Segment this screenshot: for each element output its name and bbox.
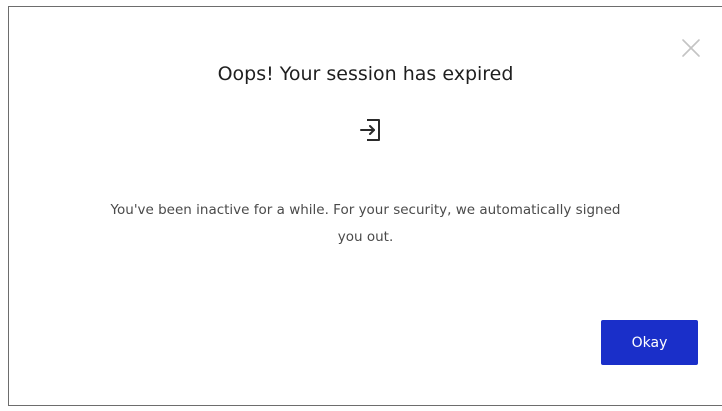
okay-button[interactable]: Okay: [601, 320, 698, 365]
screen: Oops! Your session has expired You've be…: [0, 0, 722, 411]
close-button[interactable]: [680, 37, 702, 59]
session-expired-dialog: Oops! Your session has expired You've be…: [8, 6, 722, 406]
dialog-message: You've been inactive for a while. For yo…: [110, 202, 621, 245]
dialog-title: Oops! Your session has expired: [217, 63, 514, 85]
close-icon: [682, 39, 700, 57]
sign-in-icon: [355, 115, 385, 145]
